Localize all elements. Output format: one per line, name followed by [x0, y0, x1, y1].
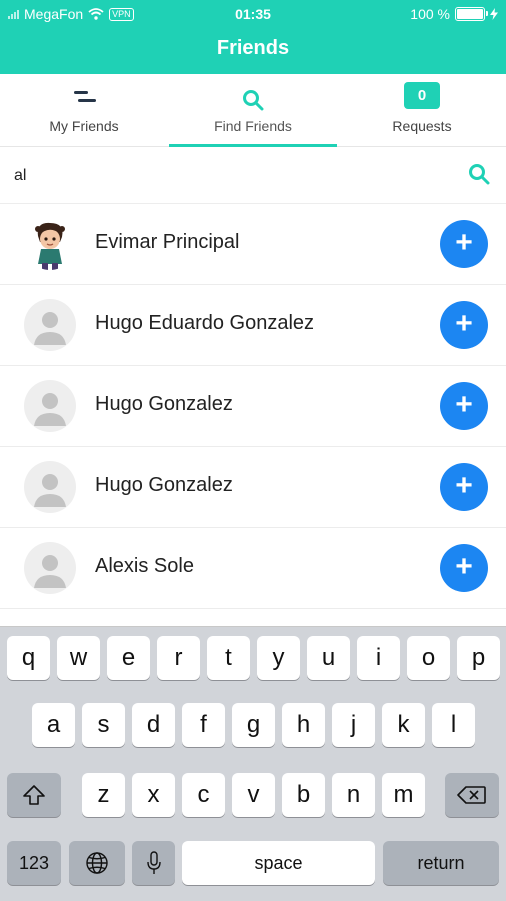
globe-icon: [86, 852, 108, 874]
list-item[interactable]: Hugo Eduardo Gonzalez +: [0, 285, 506, 366]
search-icon: [243, 90, 264, 111]
friend-name: Alexis Sole: [95, 555, 194, 577]
avatar: [24, 380, 76, 432]
user-placeholder-icon: [34, 555, 66, 588]
add-friend-button[interactable]: +: [440, 463, 488, 511]
friend-name: Hugo Eduardo Gonzalez: [95, 312, 315, 334]
key-s[interactable]: s: [82, 703, 125, 747]
tab-label: My Friends: [49, 118, 119, 134]
backspace-icon: [457, 786, 486, 804]
key-r[interactable]: r: [157, 636, 200, 680]
key-v[interactable]: v: [232, 773, 275, 817]
friend-name: Hugo Gonzalez: [95, 474, 233, 496]
key-q[interactable]: q: [7, 636, 50, 680]
tab-label: Find Friends: [214, 118, 292, 134]
list-item[interactable]: Hugo Gonzalez +: [0, 366, 506, 447]
key-l[interactable]: l: [432, 703, 475, 747]
add-friend-button[interactable]: +: [440, 544, 488, 592]
shift-arrow-icon: [23, 785, 45, 805]
add-friend-button[interactable]: +: [440, 301, 488, 349]
avatar: [24, 542, 76, 594]
tab-my-friends[interactable]: My Friends: [0, 74, 168, 146]
key-j[interactable]: j: [332, 703, 375, 747]
list-item[interactable]: Evimar Principal +: [0, 204, 506, 285]
user-placeholder-icon: [34, 312, 66, 345]
avatar: [24, 461, 76, 513]
key-m[interactable]: m: [382, 773, 425, 817]
key-w[interactable]: w: [57, 636, 100, 680]
menu-lines-icon: [74, 91, 96, 102]
key-i[interactable]: i: [357, 636, 400, 680]
microphone-icon: [146, 851, 161, 874]
key-a[interactable]: a: [32, 703, 75, 747]
key-o[interactable]: o: [407, 636, 450, 680]
tab-bar: My Friends Find Friends 0 Requests: [0, 74, 506, 147]
space-key[interactable]: space: [182, 841, 375, 885]
tab-requests[interactable]: 0 Requests: [338, 74, 506, 146]
tab-find-friends[interactable]: Find Friends: [169, 74, 337, 147]
requests-count-badge: 0: [404, 82, 440, 109]
app-header: MegaFon VPN 01:35 100 % Friends: [0, 0, 506, 74]
add-friend-button[interactable]: +: [440, 220, 488, 268]
list-item[interactable]: Hugo Gonzalez +: [0, 447, 506, 528]
search-results-list: Evimar Principal + Hugo Eduardo Gonzalez…: [0, 204, 506, 609]
key-p[interactable]: p: [457, 636, 500, 680]
key-u[interactable]: u: [307, 636, 350, 680]
key-y[interactable]: y: [257, 636, 300, 680]
numbers-key[interactable]: 123: [7, 841, 61, 885]
search-icon[interactable]: [468, 163, 490, 185]
key-n[interactable]: n: [332, 773, 375, 817]
key-z[interactable]: z: [82, 773, 125, 817]
microphone-key[interactable]: [132, 841, 175, 885]
key-e[interactable]: e: [107, 636, 150, 680]
add-friend-button[interactable]: +: [440, 382, 488, 430]
avatar: [24, 218, 76, 270]
on-screen-keyboard: q w e r t y u i o p a s d f g h j k l z …: [0, 626, 506, 901]
friend-name: Hugo Gonzalez: [95, 393, 233, 415]
key-c[interactable]: c: [182, 773, 225, 817]
key-f[interactable]: f: [182, 703, 225, 747]
battery-icon: [455, 7, 488, 21]
key-t[interactable]: t: [207, 636, 250, 680]
avatar: [24, 299, 76, 351]
user-placeholder-icon: [34, 393, 66, 426]
battery-percent: 100 %: [410, 6, 450, 22]
page-title: Friends: [216, 37, 290, 59]
user-placeholder-icon: [34, 474, 66, 507]
key-g[interactable]: g: [232, 703, 275, 747]
key-k[interactable]: k: [382, 703, 425, 747]
backspace-key[interactable]: [445, 773, 499, 817]
key-x[interactable]: x: [132, 773, 175, 817]
key-h[interactable]: h: [282, 703, 325, 747]
globe-key[interactable]: [69, 841, 125, 885]
key-d[interactable]: d: [132, 703, 175, 747]
friend-name: Evimar Principal: [95, 231, 240, 253]
return-key[interactable]: return: [383, 841, 499, 885]
shift-key[interactable]: [7, 773, 61, 817]
tab-label: Requests: [392, 118, 452, 134]
status-bar: MegaFon VPN 01:35 100 %: [0, 0, 506, 28]
list-item[interactable]: Alexis Sole +: [0, 528, 506, 609]
key-b[interactable]: b: [282, 773, 325, 817]
charging-icon: [490, 8, 498, 20]
search-input[interactable]: [12, 161, 456, 191]
character-avatar-image: [35, 222, 65, 270]
search-bar: [0, 147, 506, 204]
